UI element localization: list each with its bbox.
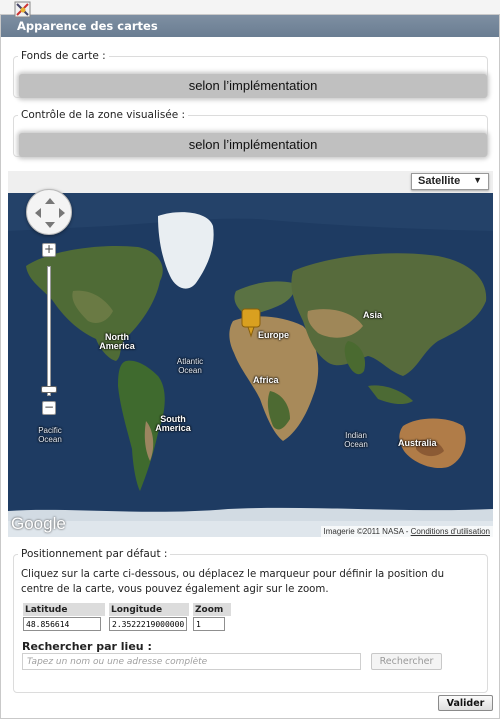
map-type-value: Satellite (418, 175, 461, 187)
map-label-asia: Asia (363, 310, 383, 320)
map-view[interactable]: Satellite ▼ + − North America Atlantic O… (8, 171, 493, 537)
map-label-africa: Africa (253, 375, 279, 385)
map-label-indian: Indian Ocean (344, 431, 368, 449)
map-label-pacific: Pacific Ocean (38, 426, 62, 444)
view-area-group: Contrôle de la zone visualisée : selon l… (13, 109, 488, 157)
window-top-strip (0, 0, 500, 14)
basemap-group: Fonds de carte : selon l’implémentation (13, 50, 488, 98)
view-area-legend: Contrôle de la zone visualisée : (21, 109, 186, 121)
longitude-label: Longitude (107, 603, 193, 616)
satellite-imagery (8, 171, 493, 537)
zoom-out-button[interactable]: − (42, 401, 56, 415)
dialog-title: Apparence des cartes (1, 15, 499, 37)
search-label: Rechercher par lieu : (22, 640, 152, 653)
map-marker-icon[interactable] (241, 308, 261, 338)
map-attribution: Imagerie ©2011 NASA - Conditions d'utili… (320, 526, 493, 537)
zoom-field[interactable] (193, 617, 225, 631)
map-type-selector[interactable]: Satellite ▼ (411, 173, 489, 190)
map-label-australia: Australia (398, 438, 437, 448)
map-appearance-dialog: Apparence des cartes Fonds de carte : se… (0, 14, 500, 719)
map-label-atlantic: Atlantic Ocean (176, 357, 204, 375)
position-instructions: Cliquez sur la carte ci-dessous, ou dépl… (21, 569, 445, 595)
basemap-legend: Fonds de carte : (21, 50, 106, 62)
longitude-field[interactable] (109, 617, 187, 631)
search-button[interactable]: Rechercher (371, 653, 442, 670)
zoom-slider-track[interactable] (47, 266, 51, 396)
zoom-label: Zoom (191, 603, 235, 616)
terms-link[interactable]: Conditions d'utilisation (411, 527, 490, 536)
view-area-placeholder: selon l’implémentation (19, 133, 487, 157)
basemap-placeholder: selon l’implémentation (19, 74, 487, 98)
zoom-in-button[interactable]: + (42, 243, 56, 257)
map-label-europe: Europe (258, 330, 290, 340)
attribution-text: Imagerie ©2011 NASA - (323, 527, 411, 536)
default-position-legend: Positionnement par défaut : (21, 548, 168, 560)
latitude-label: Latitude (23, 603, 109, 616)
map-label-north-america: North America (99, 332, 135, 351)
google-logo: Google (11, 514, 66, 533)
coordinates-table: Latitude Longitude Zoom (23, 603, 235, 632)
zoom-slider-thumb[interactable] (41, 386, 57, 393)
search-input[interactable] (22, 653, 361, 670)
app-settings-icon (14, 1, 31, 18)
chevron-down-icon: ▼ (473, 175, 482, 185)
validate-button[interactable]: Valider (438, 695, 493, 711)
pan-control[interactable] (26, 189, 72, 235)
latitude-field[interactable] (23, 617, 101, 631)
pan-arrows-icon (35, 198, 65, 228)
map-label-south-america: South America (155, 414, 191, 433)
